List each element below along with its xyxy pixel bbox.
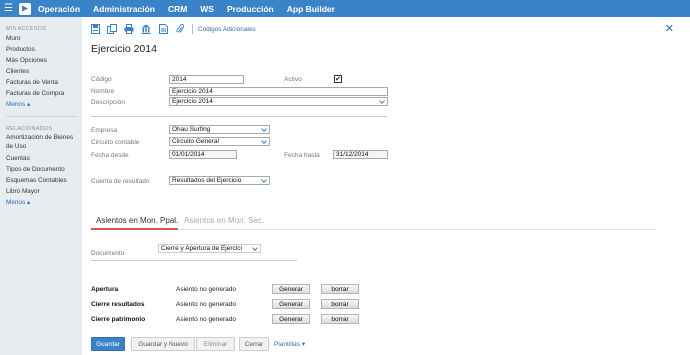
guardar-y-nuevo-button[interactable]: Guardar y Nuevo [131, 337, 195, 351]
empresa-label: Empresa [91, 127, 118, 134]
sidebar-menos-toggle[interactable]: Menos ▴ [6, 99, 80, 110]
circuito-select[interactable]: Circuito General [169, 137, 270, 146]
sidebar-divider [6, 116, 78, 117]
descripcion-label: Descripción [91, 99, 125, 106]
sidebar-item-clientes[interactable]: Clientes [6, 66, 80, 77]
borrar-cierre-patrimonio-button[interactable]: borrar [321, 314, 359, 324]
paperclip-icon[interactable] [175, 24, 185, 35]
nav-crm[interactable]: CRM [168, 4, 187, 14]
nombre-label: Nombre [91, 88, 115, 95]
plantillas-dropdown[interactable]: Plantillas ▾ [274, 340, 305, 348]
row-label-cierre-patrimonio: Cierre patrimonio [91, 316, 146, 323]
sidebar-item-cuentas[interactable]: Cuentas [6, 153, 80, 164]
cerrar-button[interactable]: Cerrar [239, 337, 269, 351]
building-icon[interactable] [141, 24, 151, 35]
cuenta-resultado-label: Cuenta de resultado [91, 178, 150, 185]
nav-operacion[interactable]: Operación [38, 4, 80, 14]
sidebar-item-esquemas-contables[interactable]: Esquemas Contables [6, 175, 80, 186]
sidebar-item-mas-opciones[interactable]: Más Opciones [6, 55, 80, 66]
codigo-field[interactable]: 2014 [169, 75, 244, 84]
nav-administracion[interactable]: Administración [93, 4, 155, 14]
row-status-cierre-resultados: Asiento no generado [176, 301, 236, 308]
documento-divider [91, 260, 297, 261]
main-panel: Codigos Adicionales ✕ Ejercicio 2014 Cód… [82, 17, 690, 355]
sidebar: MIS ACCESOS Muro Productos Más Opciones … [0, 17, 80, 355]
toolbar: Codigos Adicionales [90, 23, 256, 35]
borrar-cierre-resultados-button[interactable]: borrar [321, 299, 359, 309]
sidebar-menos-toggle-2[interactable]: Menos ▴ [6, 197, 80, 208]
sidebar-item-tipos-documento[interactable]: Tipos de Documento [6, 164, 80, 175]
sidebar-item-facturas-venta[interactable]: Facturas de Venta [6, 77, 80, 88]
borrar-apertura-button[interactable]: borrar [321, 284, 359, 294]
row-status-apertura: Asiento no generado [176, 286, 236, 293]
copy-icon[interactable] [107, 24, 117, 35]
nav-app-builder[interactable]: App Builder [287, 4, 335, 14]
toolbar-divider [192, 24, 193, 34]
app-logo-icon[interactable] [19, 2, 31, 15]
sidebar-item-amortizacion[interactable]: Amortización de Bienes de Uso [6, 134, 80, 151]
active-tab-indicator [91, 228, 178, 230]
codigo-label: Código [91, 76, 112, 83]
circuito-label: Circuito contable [91, 139, 140, 146]
guardar-button[interactable]: Guardar [91, 337, 125, 351]
activo-label: Activo [284, 76, 302, 83]
documento-select[interactable]: Cierre y Apertura de Ejercici [158, 244, 261, 253]
hamburger-menu-icon[interactable]: ☰ [0, 0, 17, 17]
save-icon[interactable] [90, 24, 100, 35]
sidebar-item-libro-mayor[interactable]: Libro Mayor [6, 186, 80, 197]
row-label-apertura: Apertura [91, 286, 119, 293]
fecha-hasta-label: Fecha hasta [284, 152, 320, 159]
sidebar-item-facturas-compra[interactable]: Facturas de Compra [6, 88, 80, 99]
tab-asientos-mon-sec[interactable]: Asientos en Mon. Sec. [184, 216, 264, 225]
top-nav-bar: ☰ Operación Administración CRM WS Produc… [0, 0, 690, 17]
nav-produccion[interactable]: Producción [227, 4, 274, 14]
activo-checkbox[interactable]: ✔ [334, 75, 342, 83]
fecha-desde-label: Fecha desde [91, 152, 129, 159]
generar-apertura-button[interactable]: Generar [272, 284, 310, 294]
page-title: Ejercicio 2014 [91, 43, 157, 55]
section-divider [91, 116, 387, 117]
fecha-desde-field[interactable]: 01/01/2014 [169, 150, 237, 159]
sidebar-item-muro[interactable]: Muro [6, 33, 80, 44]
cuenta-resultado-select[interactable]: Resultados del Ejercicio [169, 176, 270, 185]
generar-cierre-resultados-button[interactable]: Generar [272, 299, 310, 309]
sidebar-section-relacionados: RELACIONADOS [6, 126, 53, 132]
row-label-cierre-resultados: Cierre resultados [91, 301, 145, 308]
row-status-cierre-patrimonio: Asiento no generado [176, 316, 236, 323]
tabs-baseline [178, 229, 656, 230]
nombre-field[interactable]: Ejercicio 2014 [169, 87, 388, 96]
tab-asientos-mon-ppal[interactable]: Asientos en Mon. Ppal. [96, 216, 178, 225]
sidebar-section-mis-accesos: MIS ACCESOS [6, 26, 47, 32]
print-icon[interactable] [124, 24, 134, 35]
descripcion-field[interactable]: Ejercicio 2014 [169, 97, 388, 106]
generar-cierre-patrimonio-button[interactable]: Generar [272, 314, 310, 324]
sidebar-item-productos[interactable]: Productos [6, 44, 80, 55]
documento-label: Documento [91, 250, 125, 257]
nav-ws[interactable]: WS [200, 4, 214, 14]
document-icon[interactable] [158, 24, 168, 35]
eliminar-button[interactable]: Eliminar [196, 337, 235, 351]
empresa-select[interactable]: Ohau Surfing [169, 125, 270, 134]
fecha-hasta-field[interactable]: 31/12/2014 [333, 150, 388, 159]
codigos-adicionales-link[interactable]: Codigos Adicionales [198, 26, 256, 33]
close-icon[interactable]: ✕ [665, 22, 674, 35]
